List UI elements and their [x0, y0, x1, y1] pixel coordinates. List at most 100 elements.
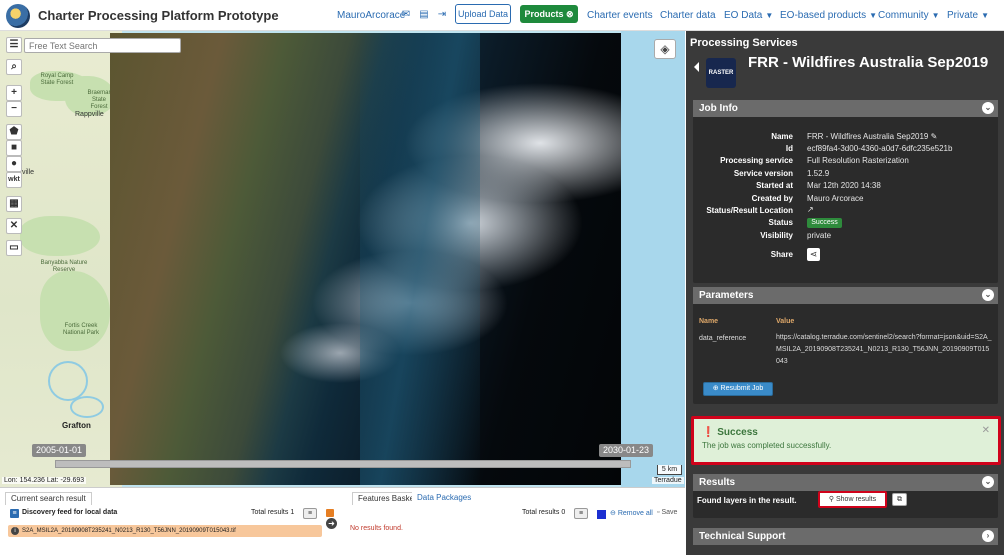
parameters-card: Parameters ⌄ Name Value data_reference ht… [693, 287, 998, 404]
town-label: ville [22, 169, 35, 176]
basemap-layers-button[interactable]: ◈ [654, 39, 676, 59]
share-icon: ⋖ [809, 249, 818, 259]
polygon-icon: ⬟ [9, 126, 19, 137]
version-value: 1.52.9 [807, 169, 830, 178]
app-title[interactable]: Charter Processing Platform Prototype [38, 8, 279, 23]
back-arrow-icon[interactable] [694, 62, 699, 72]
service-label: Processing service [720, 156, 793, 165]
town-label: Rappville [75, 111, 104, 118]
user-link[interactable]: MauroArcorace [337, 10, 405, 21]
parameters-header[interactable]: Parameters ⌄ [693, 287, 998, 304]
location-label: Status/Result Location [706, 206, 793, 215]
time-start-label[interactable]: 2005-01-01 [32, 444, 87, 457]
technical-support-header[interactable]: Technical Support › [693, 528, 998, 545]
panel-title: Processing Services [690, 37, 798, 49]
measure-button[interactable]: ▭ [6, 240, 22, 256]
job-info-header[interactable]: Job Info ⌄ [693, 100, 998, 117]
gallery-button[interactable]: ▦ [6, 196, 22, 212]
layers-list-button[interactable]: ☰ [6, 37, 22, 53]
draw-point-button[interactable]: ● [6, 156, 22, 172]
param-col-value: Value [776, 318, 795, 325]
caret-down-icon: ▼ [931, 11, 940, 20]
forest-area [20, 216, 100, 256]
basemap-sea [621, 31, 685, 487]
sign-out-icon[interactable]: ⇥ [437, 10, 447, 20]
result-list-item[interactable]: i S2A_MSIL2A_20190908T235241_N0213_R130_T… [8, 525, 322, 537]
bookmark-icon[interactable] [326, 509, 334, 517]
success-title-text: Success [717, 427, 758, 438]
menu-eo-based-products[interactable]: EO-based products ▼ [780, 10, 877, 21]
status-badge: Success [807, 218, 842, 228]
started-value: Mar 12th 2020 14:38 [807, 181, 881, 190]
menu-charter-events[interactable]: Charter events [587, 10, 653, 21]
close-icon[interactable]: ✕ [982, 425, 990, 436]
tab-data-packages[interactable]: Data Packages [412, 492, 477, 505]
param-value: https://catalog.terradue.com/sentinel2/s… [776, 334, 992, 365]
cursor-coordinates: Lon: 154.236 Lat: -29.693 [2, 477, 87, 484]
draw-polygon-button[interactable]: ⬟ [6, 124, 22, 140]
fullscreen-button[interactable]: ✕ [6, 218, 22, 234]
results-title: Results [699, 477, 736, 488]
free-text-search-input[interactable] [24, 38, 181, 53]
draw-rectangle-button[interactable]: ■ [6, 140, 22, 156]
wkt-button[interactable]: wkt [6, 172, 22, 188]
chevron-down-icon: ⌄ [982, 476, 994, 488]
show-results-label: Show results [836, 496, 877, 503]
share-button[interactable]: ⋖ [807, 248, 820, 261]
menu-eo-data[interactable]: EO Data ▼ [724, 10, 773, 21]
color-swatch[interactable] [597, 510, 606, 519]
menu-private[interactable]: Private ▼ [947, 10, 989, 21]
products-button[interactable]: Products ⊗ [520, 5, 578, 23]
technical-support-card: Technical Support › [693, 528, 998, 545]
resubmit-job-button[interactable]: ⊕ Resubmit Job [703, 382, 773, 396]
map-search-button[interactable]: ⌕ [6, 59, 22, 75]
list-icon: ≡ [307, 510, 313, 517]
plus-icon: + [11, 87, 17, 98]
ruler-icon: ▭ [9, 242, 19, 253]
pencil-icon[interactable]: ✎ [931, 132, 938, 141]
job-name-text: FRR - Wildfires Australia Sep2019 [807, 132, 929, 141]
time-end-label[interactable]: 2030-01-23 [599, 444, 654, 457]
results-header[interactable]: Results ⌄ [693, 474, 998, 491]
upload-data-button[interactable]: Upload Data [455, 4, 511, 24]
map-view[interactable]: Royal Camp State Forest Braemar State Fo… [0, 31, 685, 487]
remove-circle-icon: ⊖ [610, 510, 616, 517]
total-results-value: 0 [561, 509, 566, 516]
add-to-basket-button[interactable]: ➜ [326, 518, 337, 529]
map-marker-icon: ⚲ [828, 496, 835, 503]
success-message: The job was completed successfully. [702, 441, 832, 450]
map-attribution[interactable]: Terradue [652, 477, 684, 484]
success-title: ❗ Success [702, 427, 758, 438]
menu-community-label: Community [878, 10, 929, 21]
parameters-title: Parameters [699, 290, 754, 301]
charter-logo[interactable] [6, 4, 30, 28]
copy-button[interactable]: ⧉ [892, 493, 907, 506]
zoom-in-button[interactable]: + [6, 85, 22, 101]
chevron-down-icon: ⌄ [982, 102, 994, 114]
menu-charter-data[interactable]: Charter data [660, 10, 716, 21]
copy-icon: ⧉ [897, 496, 902, 503]
list-view-button[interactable]: ≡ [303, 508, 317, 519]
save-label: Save [661, 509, 678, 516]
param-col-name: Name [699, 318, 719, 325]
menu-eo-based-products-label: EO-based products [780, 10, 867, 21]
caret-down-icon: ▼ [869, 11, 878, 20]
map-marker-icon: ● [10, 158, 18, 169]
save-link[interactable]: ▫ Save [657, 509, 677, 516]
show-results-button[interactable]: ⚲ Show results [818, 491, 887, 508]
result-item-name: S2A_MSIL2A_20190908T235241_N0213_R130_T5… [22, 528, 236, 534]
id-label: Id [785, 144, 793, 153]
time-slider[interactable] [55, 460, 631, 468]
rss-icon: ≡ [10, 509, 19, 518]
search-icon: ⌕ [11, 61, 17, 72]
remove-all-link[interactable]: ⊖ Remove all [610, 509, 653, 517]
book-icon[interactable]: ▤ [419, 10, 429, 20]
exclamation-circle-icon: ❗ [702, 427, 715, 438]
zoom-out-button[interactable]: − [6, 101, 22, 117]
menu-community[interactable]: Community ▼ [878, 10, 940, 21]
envelope-icon[interactable]: ✉ [401, 10, 411, 20]
tab-current-search-result[interactable]: Current search result [5, 492, 92, 505]
basket-list-view-button[interactable]: ≡ [574, 508, 588, 519]
external-link-icon[interactable]: ↗ [807, 205, 814, 214]
found-layers-label: Found layers in the result. [697, 496, 797, 505]
